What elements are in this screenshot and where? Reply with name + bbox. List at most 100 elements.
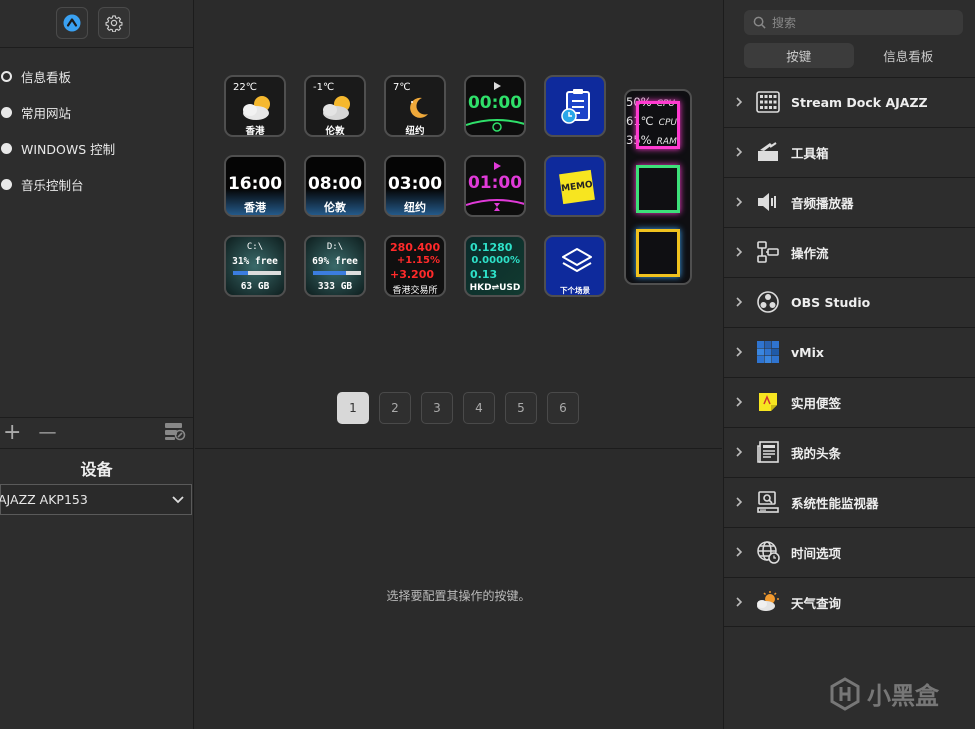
clock-key-hongkong[interactable]: 16:00 香港 [224, 155, 286, 217]
disk-usage-bar [233, 271, 281, 275]
timer-key[interactable]: 00:00 [464, 75, 526, 137]
fx-change: 0.13 [470, 268, 498, 281]
manage-profile-button[interactable] [164, 421, 186, 445]
tab-dashboard[interactable]: 信息看板 [854, 43, 964, 68]
weather-city: 香港 [245, 126, 265, 137]
category-label: 音频播放器 [791, 196, 854, 211]
search-placeholder: 搜索 [772, 16, 797, 30]
watermark-text: 小黑盒 [867, 682, 939, 710]
add-profile-button[interactable]: + [3, 422, 21, 444]
sticky-note-icon [756, 390, 780, 414]
chevron-right-icon [736, 97, 743, 107]
clock-time: 08:00 [307, 174, 363, 194]
keypad-icon [756, 90, 780, 114]
stock-key[interactable]: 280.400 +1.15% +3.200 香港交易所 [384, 235, 446, 297]
weather-city: 纽约 [405, 126, 425, 137]
category-item[interactable]: 实用便签 [724, 377, 975, 427]
disk-size: 63 GB [240, 281, 270, 292]
clock-city: 伦敦 [324, 201, 346, 214]
weather-key-hongkong[interactable]: 22℃ 香港 [224, 75, 286, 137]
remove-profile-button[interactable]: — [38, 424, 56, 442]
fx-pair: HKD⇌USD [469, 283, 521, 293]
clock-key-newyork[interactable]: 03:00 纽约 [384, 155, 446, 217]
stock-change: +3.200 [390, 268, 435, 281]
category-item[interactable]: 天气查询 [724, 577, 975, 627]
page-button[interactable]: 4 [463, 392, 495, 424]
weather-key-london[interactable]: -1℃ 伦敦 [304, 75, 366, 137]
category-item[interactable]: 操作流 [724, 227, 975, 277]
disk-size: 333 GB [317, 281, 353, 292]
profile-tools: + — [0, 417, 193, 449]
clock-key-london[interactable]: 08:00 伦敦 [304, 155, 366, 217]
disk-drive: D:\ [326, 242, 344, 252]
clipboard-clock-icon [561, 89, 590, 124]
settings-button[interactable] [98, 7, 130, 39]
disk-key-c[interactable]: C:\ 31% free 63 GB [224, 235, 286, 297]
category-item[interactable]: Stream Dock AJAZZ [724, 77, 975, 127]
memo-label: MEMO [560, 179, 594, 195]
left-toolbar [0, 0, 193, 48]
checklist-key[interactable] [544, 75, 606, 137]
disk-free: 69% free [312, 256, 358, 267]
clock-city: 香港 [244, 201, 266, 214]
category-item[interactable]: 我的头条 [724, 427, 975, 477]
watermark-logo-icon [830, 676, 860, 711]
category-item[interactable]: OBS Studio [724, 277, 975, 327]
next-scene-key[interactable]: 下个场景 [544, 235, 606, 297]
category-item[interactable]: 工具箱 [724, 127, 975, 177]
chevron-right-icon [736, 247, 743, 257]
watermark: 小黑盒 [829, 676, 939, 711]
disk-key-d[interactable]: D:\ 69% free 333 GB [304, 235, 366, 297]
logo-button[interactable] [56, 7, 88, 39]
category-item[interactable]: vMix [724, 327, 975, 377]
radio-icon [1, 142, 12, 154]
play-icon [494, 82, 501, 90]
profile-item[interactable]: WINDOWS 控制 [0, 130, 193, 166]
page-button[interactable]: 5 [505, 392, 537, 424]
search-input[interactable]: 搜索 [744, 10, 963, 35]
tab-keys[interactable]: 按键 [744, 43, 854, 68]
device-dropdown[interactable]: AJAZZ AKP153 [0, 484, 192, 515]
memo-key[interactable]: MEMO [544, 155, 606, 217]
page-button[interactable]: 3 [421, 392, 453, 424]
page-button[interactable]: 6 [547, 392, 579, 424]
globe-clock-icon [756, 540, 780, 564]
cpu-temp-frame [636, 165, 680, 213]
fx-key[interactable]: 0.1280 0.0000% 0.13 HKD⇌USD [464, 235, 526, 297]
page-button[interactable]: 1 [337, 392, 369, 424]
profile-label: 信息看板 [21, 69, 72, 85]
newspaper-icon [756, 440, 780, 464]
category-label: 天气查询 [791, 595, 842, 611]
profile-label: WINDOWS 控制 [21, 141, 116, 157]
countdown-key[interactable]: 01:00 [464, 155, 526, 217]
key-grid: 22℃ 香港 -1℃ 伦敦 7℃ 纽约 00:00 16:00 香港 08:00… [195, 0, 722, 449]
category-label: OBS Studio [791, 295, 871, 310]
cpu-usage-frame [636, 101, 680, 149]
page-button[interactable]: 2 [379, 392, 411, 424]
ram-usage-frame [636, 229, 680, 277]
next-scene-label: 下个场景 [560, 286, 590, 295]
category-label: 系统性能监视器 [791, 496, 879, 511]
category-item[interactable]: 时间选项 [724, 527, 975, 577]
weather-temp: -1℃ [313, 82, 335, 93]
category-item[interactable]: 音频播放器 [724, 177, 975, 227]
radio-icon [1, 178, 12, 190]
obs-icon [756, 290, 780, 314]
category-label: Stream Dock AJAZZ [791, 95, 928, 110]
selected-radio-icon [1, 70, 12, 82]
clock-city: 纽约 [404, 201, 426, 214]
weather-key-newyork[interactable]: 7℃ 纽约 [384, 75, 446, 137]
chevron-down-icon [172, 496, 184, 504]
app-logo-icon [63, 14, 81, 32]
device-title: 设备 [80, 460, 113, 479]
chevron-right-icon [736, 497, 743, 507]
profile-item[interactable]: 信息看板 [0, 58, 193, 94]
fx-rate: 0.1280 [470, 241, 513, 254]
chevron-right-icon [736, 397, 743, 407]
profile-item[interactable]: 常用网站 [0, 94, 193, 130]
category-label: 工具箱 [791, 146, 829, 161]
category-item[interactable]: 系统性能监视器 [724, 477, 975, 527]
profile-item[interactable]: 音乐控制台 [0, 166, 193, 202]
system-monitor-key[interactable]: 50% CPU 61℃ CPU 35% RAM [624, 89, 692, 285]
gear-icon [105, 15, 123, 32]
